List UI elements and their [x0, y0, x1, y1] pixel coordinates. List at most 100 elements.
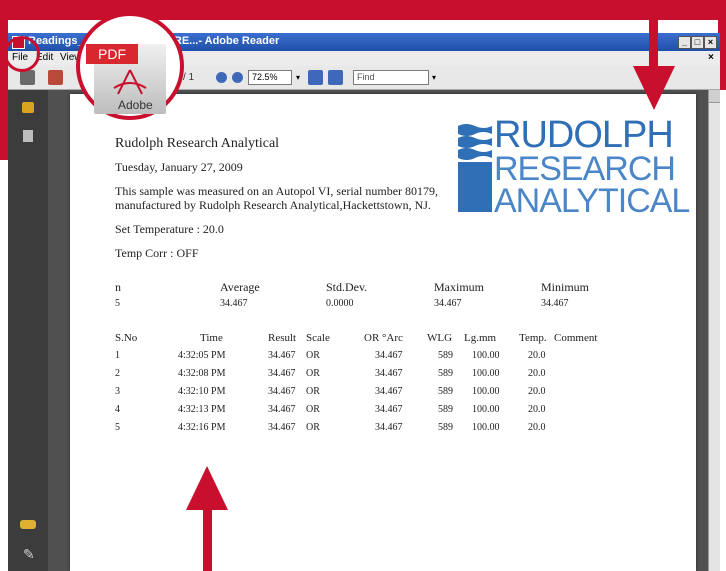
table-header: Temp. [519, 332, 547, 344]
page-count: / 1 [183, 72, 195, 83]
callout-frame-left [0, 0, 8, 160]
cell-scale: OR [306, 368, 320, 379]
scroll-up-button[interactable] [709, 90, 720, 103]
close-doc-icon[interactable]: × [708, 52, 714, 63]
cell-temp: 20.0 [528, 386, 546, 397]
summary-value: 34.467 [541, 298, 569, 309]
logo-analytical: ANALYTICAL [494, 182, 690, 220]
cell-or-arc: 34.467 [375, 386, 403, 397]
cell-scale: OR [306, 386, 320, 397]
close-button[interactable]: × [704, 36, 717, 49]
cell-or-arc: 34.467 [375, 422, 403, 433]
cell-result: 34.467 [268, 404, 296, 415]
cell-lgmm: 100.00 [472, 404, 500, 415]
cell-temp: 20.0 [528, 368, 546, 379]
company-name: Rudolph Research Analytical [115, 136, 280, 151]
cell-or-arc: 34.467 [375, 404, 403, 415]
summary-value: 34.467 [220, 298, 248, 309]
cell-wlg: 589 [438, 404, 453, 415]
summary-value: 5 [115, 298, 120, 309]
fit-width-icon[interactable] [328, 70, 343, 85]
cell-sno: 1 [115, 350, 120, 361]
cell-result: 34.467 [268, 422, 296, 433]
find-input[interactable]: Find [353, 70, 429, 85]
comments-icon[interactable] [20, 520, 36, 529]
cell-scale: OR [306, 350, 320, 361]
maximize-button[interactable]: □ [691, 36, 704, 49]
cell-sno: 2 [115, 368, 120, 379]
find-options-icon[interactable]: ▾ [432, 73, 436, 82]
description-line-2: manufactured by Rudolph Research Analyti… [115, 198, 431, 212]
cell-lgmm: 100.00 [472, 386, 500, 397]
cell-or-arc: 34.467 [375, 350, 403, 361]
cell-time: 4:32:16 PM [178, 422, 226, 433]
file-menu-highlight-circle [4, 36, 40, 72]
arrow-down-head [633, 66, 675, 115]
set-temperature: Set Temperature : 20.0 [115, 222, 224, 236]
vertical-scrollbar[interactable] [708, 90, 720, 571]
summary-value: 34.467 [434, 298, 462, 309]
cell-result: 34.467 [268, 368, 296, 379]
pdf-badge-circle: PDF Adobe [76, 12, 184, 120]
cell-result: 34.467 [268, 350, 296, 361]
cell-wlg: 589 [438, 350, 453, 361]
arrow-up-shaft [203, 508, 212, 571]
cell-time: 4:32:13 PM [178, 404, 226, 415]
temp-corr: Temp Corr : OFF [115, 246, 199, 260]
logo-research: RESEARCH [494, 150, 676, 188]
table-header: Lg.mm [464, 332, 497, 344]
cell-sno: 3 [115, 386, 120, 397]
table-header: S.No [115, 332, 138, 344]
arrow-down-shaft [649, 20, 658, 68]
acrobat-logo-icon [110, 68, 150, 98]
cell-sno: 4 [115, 404, 120, 415]
chevron-down-icon[interactable]: ▾ [296, 73, 300, 82]
cell-time: 4:32:10 PM [178, 386, 226, 397]
zoom-out-icon[interactable] [216, 72, 227, 83]
cell-wlg: 589 [438, 386, 453, 397]
lock-icon[interactable] [22, 102, 34, 113]
logo-rudolph: RUDOLPH [494, 114, 674, 156]
cell-temp: 20.0 [528, 422, 546, 433]
cell-wlg: 589 [438, 422, 453, 433]
pdf-label: PDF [86, 44, 138, 64]
summary-value: 0.0000 [326, 298, 354, 309]
print-icon[interactable] [20, 70, 35, 85]
summary-header: n [115, 280, 121, 294]
create-pdf-icon[interactable] [48, 70, 63, 85]
cell-lgmm: 100.00 [472, 368, 500, 379]
minimize-button[interactable]: _ [678, 36, 691, 49]
report-date: Tuesday, January 27, 2009 [115, 160, 243, 174]
zoom-field[interactable]: 72.5% [248, 70, 292, 85]
pages-icon[interactable] [23, 130, 33, 142]
adobe-label: Adobe [118, 98, 153, 112]
zoom-in-icon[interactable] [232, 72, 243, 83]
cell-time: 4:32:05 PM [178, 350, 226, 361]
cell-temp: 20.0 [528, 350, 546, 361]
cell-or-arc: 34.467 [375, 368, 403, 379]
cell-lgmm: 100.00 [472, 422, 500, 433]
summary-header: Maximum [434, 280, 484, 294]
summary-header: Minimum [541, 280, 590, 294]
description-line-1: This sample was measured on an Autopol V… [115, 184, 439, 198]
fit-page-icon[interactable] [308, 70, 323, 85]
table-header: WLG [427, 332, 453, 344]
cell-result: 34.467 [268, 386, 296, 397]
pdf-page: Rudolph Research Analytical Tuesday, Jan… [70, 94, 696, 571]
cell-time: 4:32:08 PM [178, 368, 226, 379]
attachment-icon[interactable]: ✎ [23, 546, 35, 563]
table-header: Scale [306, 332, 330, 344]
summary-header: Average [220, 280, 260, 294]
cell-temp: 20.0 [528, 404, 546, 415]
table-header: OR °Arc [364, 332, 403, 344]
summary-header: Std.Dev. [326, 280, 368, 294]
table-header: Time [200, 332, 223, 344]
cell-sno: 5 [115, 422, 120, 433]
cell-lgmm: 100.00 [472, 350, 500, 361]
cell-scale: OR [306, 404, 320, 415]
cell-wlg: 589 [438, 368, 453, 379]
table-header: Comment [554, 332, 598, 344]
rudolph-logo-mark [458, 122, 492, 212]
table-header: Result [268, 332, 297, 344]
navigation-pane: ✎ [8, 90, 48, 571]
